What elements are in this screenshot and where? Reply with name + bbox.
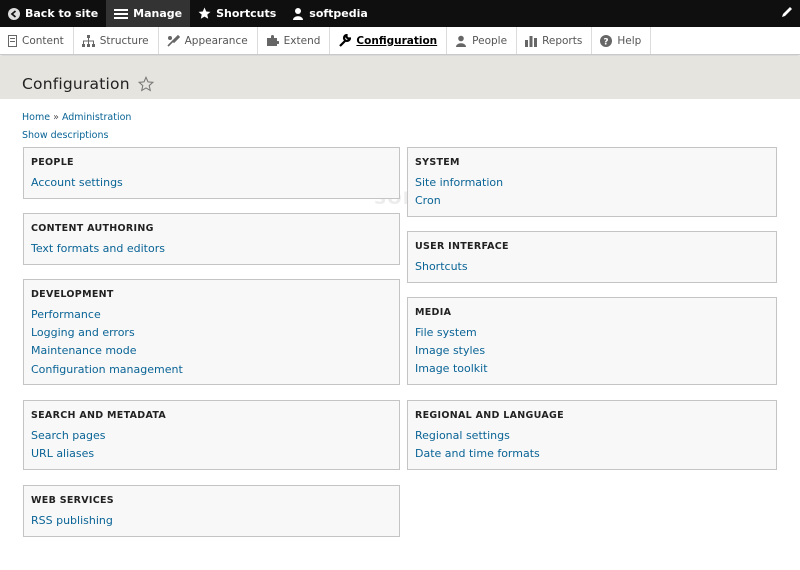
panel-media: MEDIA File system Image styles Image too… [407,297,777,385]
link-shortcuts[interactable]: Shortcuts [415,260,468,273]
show-descriptions-link[interactable]: Show descriptions [22,130,108,141]
link-url-aliases[interactable]: URL aliases [31,447,94,460]
add-shortcut-star-icon[interactable] [137,76,155,92]
link-text-formats[interactable]: Text formats and editors [31,242,165,255]
panel-title: REGIONAL AND LANGUAGE [415,410,564,421]
tray-item-content[interactable]: Content [0,27,74,54]
page-title: Configuration [22,75,130,93]
page-header: Configuration [0,56,800,99]
structure-icon [81,34,95,47]
tray-item-structure[interactable]: Structure [74,27,159,54]
appearance-icon [167,34,180,47]
link-image-styles[interactable]: Image styles [415,344,485,357]
panel-web-services: WEB SERVICES RSS publishing [23,485,400,537]
shortcuts-button[interactable]: Shortcuts [190,0,284,27]
panel-development: DEVELOPMENT Performance Logging and erro… [23,279,400,385]
tray-item-help[interactable]: ? Help [592,27,652,54]
star-icon [198,7,211,20]
back-arrow-icon [8,7,20,20]
content-icon [8,34,17,47]
manage-label: Manage [133,7,183,20]
back-to-site-button[interactable]: Back to site [0,0,106,27]
breadcrumb-separator: » [53,112,59,123]
panel-title: CONTENT AUTHORING [31,223,154,234]
panel-title: SYSTEM [415,157,460,168]
link-cron[interactable]: Cron [415,194,441,207]
link-maintenance-mode[interactable]: Maintenance mode [31,344,137,357]
menu-icon [114,8,129,20]
panel-system: SYSTEM Site information Cron [407,147,777,217]
breadcrumb-administration[interactable]: Administration [62,112,132,123]
admin-tray: Content Structure Appearance Extend Conf… [0,27,800,55]
tray-item-people[interactable]: People [447,27,518,54]
panel-regional-language: REGIONAL AND LANGUAGE Regional settings … [407,400,777,470]
help-icon: ? [600,34,613,47]
extend-icon [266,34,279,47]
panel-title: WEB SERVICES [31,495,114,506]
user-menu-button[interactable]: softpedia [284,0,376,27]
link-rss-publishing[interactable]: RSS publishing [31,514,113,527]
breadcrumb: Home » Administration [22,112,131,123]
link-search-pages[interactable]: Search pages [31,429,106,442]
edit-pencil-button[interactable] [780,0,800,27]
breadcrumb-home[interactable]: Home [22,112,50,123]
tray-item-appearance[interactable]: Appearance [159,27,258,54]
panel-user-interface: USER INTERFACE Shortcuts [407,231,777,283]
link-performance[interactable]: Performance [31,308,101,321]
link-image-toolkit[interactable]: Image toolkit [415,362,488,375]
link-date-time-formats[interactable]: Date and time formats [415,447,540,460]
panel-title: DEVELOPMENT [31,289,114,300]
tray-item-configuration[interactable]: Configuration [330,27,448,54]
tray-item-extend[interactable]: Extend [258,27,331,54]
shortcuts-label: Shortcuts [216,7,277,20]
link-file-system[interactable]: File system [415,326,477,339]
link-account-settings[interactable]: Account settings [31,176,123,189]
link-logging-errors[interactable]: Logging and errors [31,326,135,339]
link-configuration-management[interactable]: Configuration management [31,363,183,376]
people-icon [455,35,467,47]
wrench-icon [338,34,352,47]
back-to-site-label: Back to site [25,7,99,20]
link-site-information[interactable]: Site information [415,176,503,189]
panel-title: MEDIA [415,307,452,318]
panel-title: USER INTERFACE [415,241,509,252]
svg-text:?: ? [604,37,609,47]
user-icon [292,7,304,20]
pencil-icon [780,5,794,22]
reports-icon [525,35,538,47]
panel-title: SEARCH AND METADATA [31,410,167,421]
panel-content-authoring: CONTENT AUTHORING Text formats and edito… [23,213,400,265]
tray-item-reports[interactable]: Reports [517,27,593,54]
admin-toolbar: Back to site Manage Shortcuts softpedia [0,0,800,27]
link-regional-settings[interactable]: Regional settings [415,429,510,442]
panel-title: PEOPLE [31,157,74,168]
panel-people: PEOPLE Account settings [23,147,400,199]
panel-search-metadata: SEARCH AND METADATA Search pages URL ali… [23,400,400,470]
manage-button[interactable]: Manage [106,0,191,27]
user-label: softpedia [309,7,368,20]
